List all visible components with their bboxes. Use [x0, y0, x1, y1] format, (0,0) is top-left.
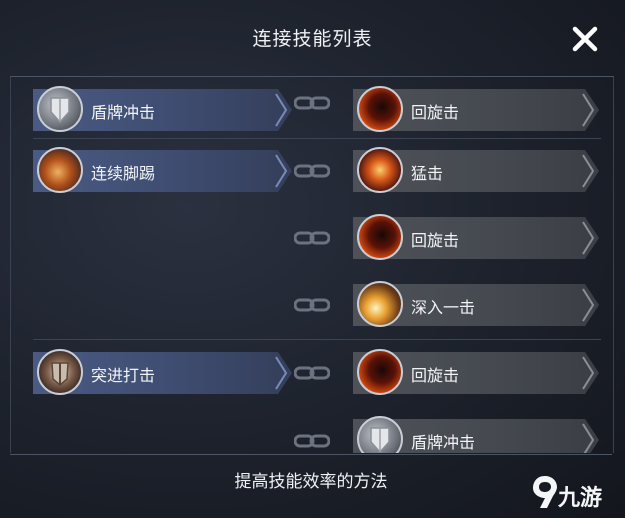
- skill-chip-deep-strike[interactable]: 深入一击: [353, 281, 599, 327]
- skill-chip-label: 盾牌冲击: [91, 103, 156, 122]
- chain-link-icon: [294, 366, 330, 380]
- chevron-right-icon: [582, 423, 595, 453]
- watermark-logo: 九游: [530, 472, 620, 512]
- smash-icon: [357, 147, 403, 193]
- chevron-right-icon: [582, 154, 595, 188]
- chain-link-icon: [294, 164, 330, 178]
- spin-strike-icon: [357, 214, 403, 260]
- ninegame-logo-icon: [533, 476, 557, 508]
- chain-link-icon: [294, 231, 330, 245]
- charge-strike-icon: [37, 349, 83, 395]
- chevron-right-icon: [582, 288, 595, 322]
- skill-chip-shield-bash[interactable]: 盾牌冲击: [33, 86, 292, 132]
- skill-chip-label: 猛击: [411, 164, 444, 183]
- close-icon[interactable]: [570, 24, 600, 54]
- chain-link-icon: [294, 298, 330, 312]
- watermark-text: 九游: [558, 486, 603, 511]
- skill-efficiency-link[interactable]: 提高技能效率的方法: [10, 467, 612, 492]
- skill-link-list[interactable]: 盾牌冲击 回旋击 连续脚踢 猛击 回旋击 深入一击 突进打击 回旋击 盾牌冲击: [10, 76, 614, 453]
- row-divider: [33, 138, 601, 139]
- skill-chip-label: 连续脚踢: [91, 164, 156, 183]
- chain-link-icon: [294, 434, 330, 448]
- skill-chip-label: 突进打击: [91, 366, 156, 385]
- spin-strike-icon: [357, 86, 403, 132]
- skill-chip-label: 深入一击: [411, 298, 476, 317]
- skill-chip-smash[interactable]: 猛击: [353, 147, 599, 193]
- chevron-right-icon: [582, 221, 595, 255]
- chevron-right-icon: [275, 93, 288, 127]
- spin-strike-icon: [357, 349, 403, 395]
- row-divider: [33, 339, 601, 340]
- skill-chip-combo-kick[interactable]: 连续脚踢: [33, 147, 292, 193]
- chevron-right-icon: [275, 154, 288, 188]
- skill-chip-spin-strike[interactable]: 回旋击: [353, 86, 599, 132]
- deep-strike-icon: [357, 281, 403, 327]
- footer-bar[interactable]: 提高技能效率的方法: [10, 454, 612, 501]
- skill-chip-spin-strike[interactable]: 回旋击: [353, 214, 599, 260]
- shield-bash-icon: [37, 86, 83, 132]
- chevron-right-icon: [582, 93, 595, 127]
- chain-link-icon: [294, 96, 330, 110]
- skill-chip-label: 回旋击: [411, 103, 460, 122]
- skill-chip-charge-strike[interactable]: 突进打击: [33, 349, 292, 395]
- chevron-right-icon: [582, 356, 595, 390]
- skill-chip-label: 回旋击: [411, 366, 460, 385]
- skill-chip-label: 盾牌冲击: [411, 433, 476, 452]
- skill-chip-spin-strike[interactable]: 回旋击: [353, 349, 599, 395]
- skill-chip-shield-bash[interactable]: 盾牌冲击: [353, 416, 599, 453]
- panel-title: 连接技能列表: [252, 28, 373, 50]
- chevron-right-icon: [275, 356, 288, 390]
- skill-link-panel: 连接技能列表 盾牌冲击 回旋击 连续脚踢 猛击 回旋击 深入一击 突进打击 回旋…: [0, 0, 625, 518]
- combo-kick-icon: [37, 147, 83, 193]
- shield-bash-icon: [357, 416, 403, 453]
- skill-chip-label: 回旋击: [411, 231, 460, 250]
